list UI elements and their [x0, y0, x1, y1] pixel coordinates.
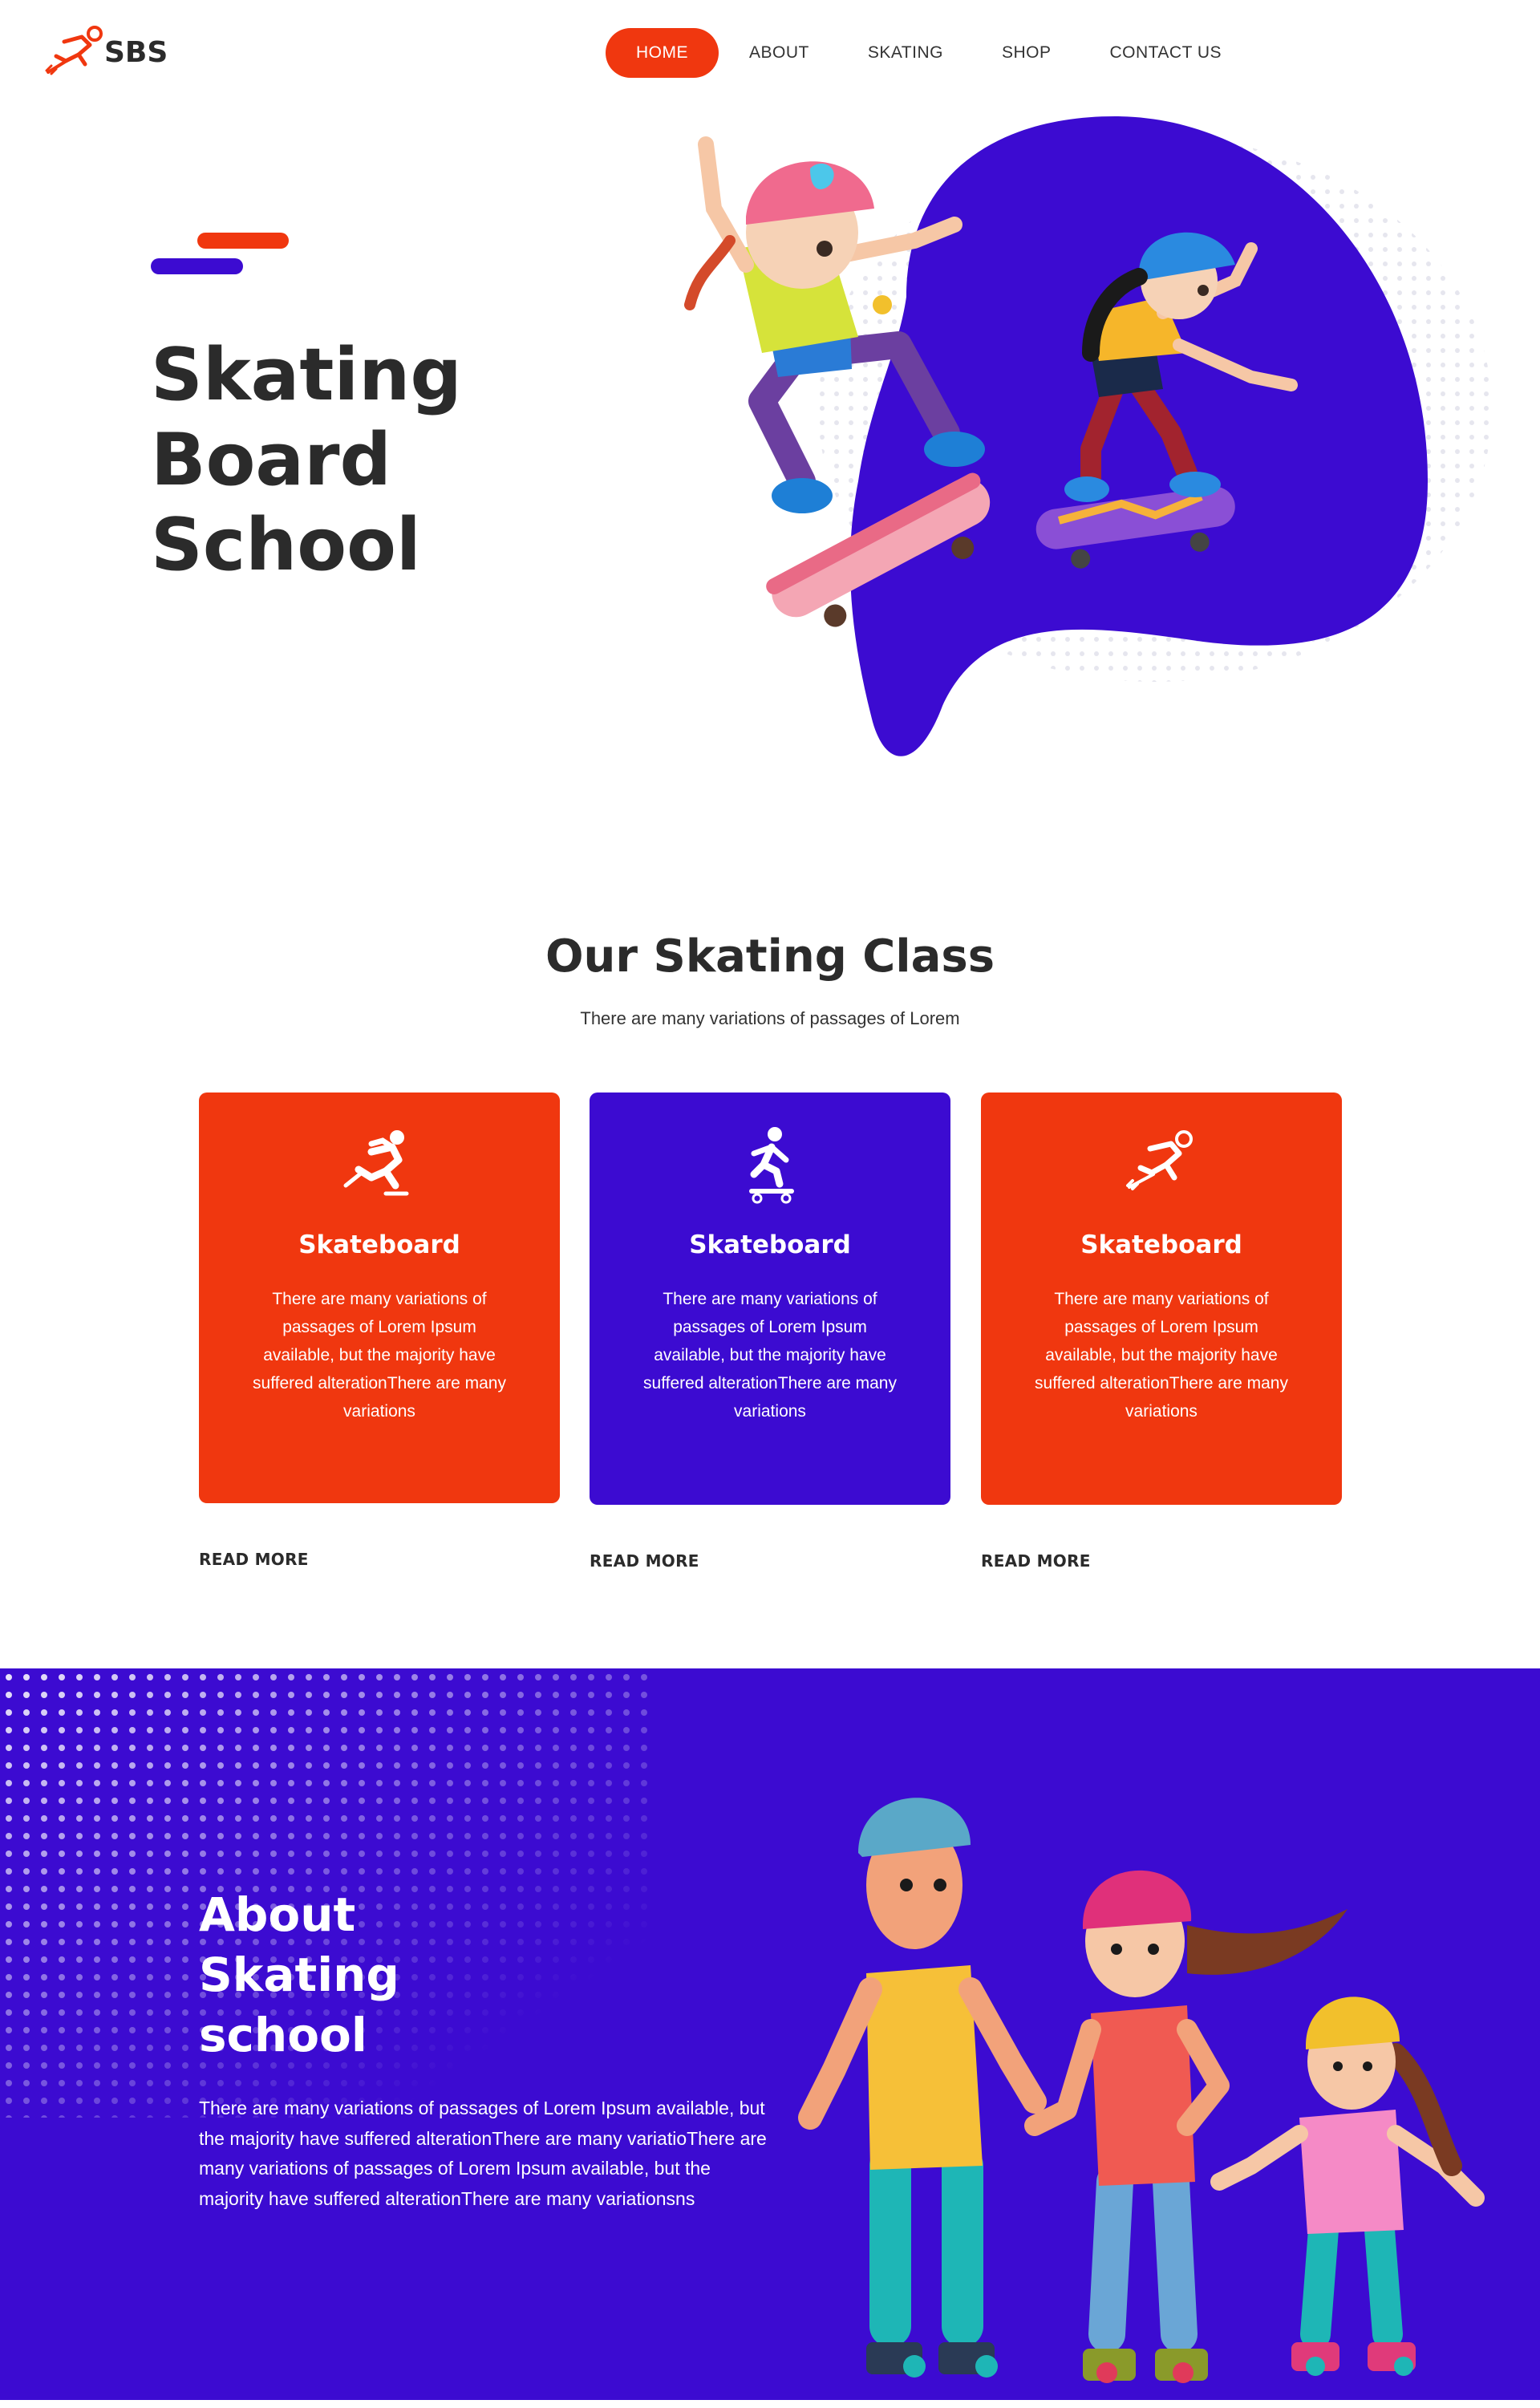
read-more-link[interactable]: READ MORE [981, 1551, 1091, 1571]
card-title: Skateboard [298, 1230, 460, 1259]
page-bottom-strip [0, 2400, 1540, 2408]
class-card: Skateboard There are many variations of … [981, 1093, 1342, 1505]
nav-about[interactable]: ABOUT [749, 43, 809, 63]
read-more-link[interactable]: READ MORE [590, 1551, 699, 1571]
family-rollerskating-illustration [798, 1798, 1485, 2383]
nav-skating[interactable]: SKATING [868, 43, 943, 63]
nav-home[interactable]: HOME [606, 28, 719, 78]
card-text: There are many variations of passages of… [253, 1290, 506, 1421]
section-title: Our Skating Class [545, 930, 995, 983]
nav-shop[interactable]: SHOP [1002, 43, 1052, 63]
about-title: About Skating school [199, 1885, 536, 2065]
girl-skater-small [1210, 1997, 1485, 2376]
hero-decor-bars [151, 233, 291, 278]
card-title: Skateboard [689, 1230, 851, 1259]
class-card: Skateboard There are many variations of … [590, 1093, 950, 1505]
card-text: There are many variations of passages of… [643, 1290, 897, 1421]
nav-contact-us[interactable]: CONTACT US [1109, 43, 1222, 63]
class-card: Skateboard There are many variations of … [199, 1093, 560, 1503]
logo[interactable]: SBS [45, 24, 173, 80]
card-title: Skateboard [1080, 1230, 1242, 1259]
hero-title-line: Board [151, 418, 391, 502]
skateboarder-icon [749, 1127, 794, 1204]
about-title-line: About [199, 1887, 356, 1942]
read-more-link[interactable]: READ MORE [199, 1550, 309, 1569]
hero-bar-purple [151, 258, 243, 274]
site-header: SBS HOME ABOUT SKATING SHOP CONTACT US [0, 0, 1540, 104]
kids-skateboarding-illustration [684, 116, 1492, 756]
brand-name: SBS [104, 35, 168, 69]
hero-title-line: Skating [151, 333, 462, 417]
about-title-line: Skating [199, 1948, 399, 2002]
ice-skater-icon [343, 1130, 409, 1196]
hero-title-line: School [151, 503, 421, 587]
main-nav: HOME ABOUT SKATING SHOP CONTACT US [606, 28, 1222, 78]
card-text: There are many variations of passages of… [1035, 1290, 1288, 1421]
man-skater [798, 1798, 1047, 2378]
hero-bar-orange [197, 233, 289, 249]
about-text: There are many variations of passages of… [199, 2098, 767, 2209]
about-section: About Skating school There are many vari… [0, 1668, 1540, 2400]
hero-title: Skating Board School [151, 333, 552, 588]
about-title-line: school [199, 2008, 367, 2062]
section-subtitle: There are many variations of passages of… [580, 1008, 960, 1028]
skater-logo-icon [45, 26, 103, 75]
speed-skater-icon [1126, 1130, 1193, 1190]
